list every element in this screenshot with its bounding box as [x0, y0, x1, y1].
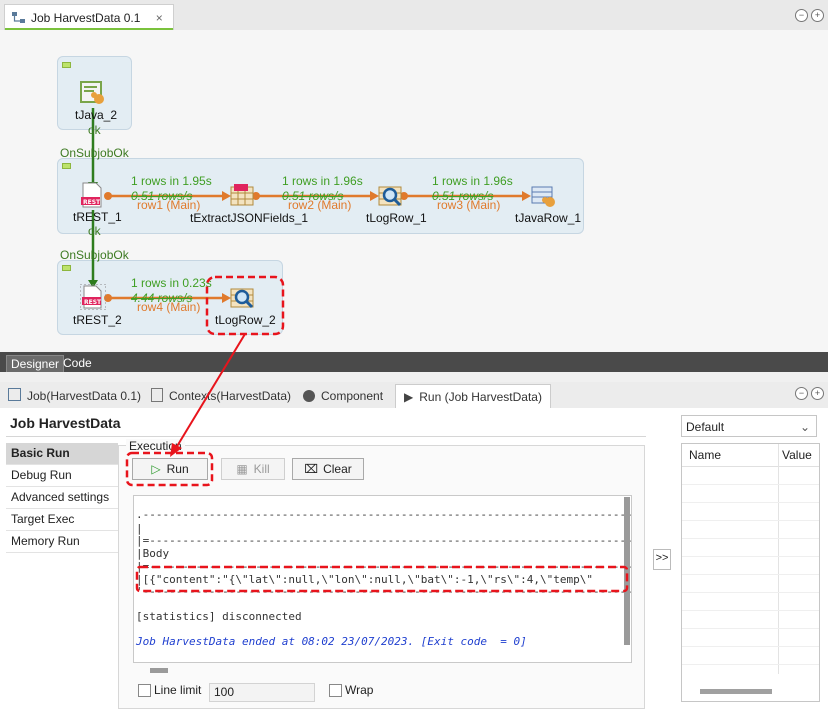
annotation-arrowhead — [170, 443, 182, 457]
annotation-box-tlogrow2 — [205, 275, 285, 336]
annotation-box-body — [135, 565, 629, 593]
annotation-arrow-line — [175, 333, 246, 449]
annotation-layer — [125, 275, 629, 593]
annotation-box-run — [125, 451, 214, 487]
